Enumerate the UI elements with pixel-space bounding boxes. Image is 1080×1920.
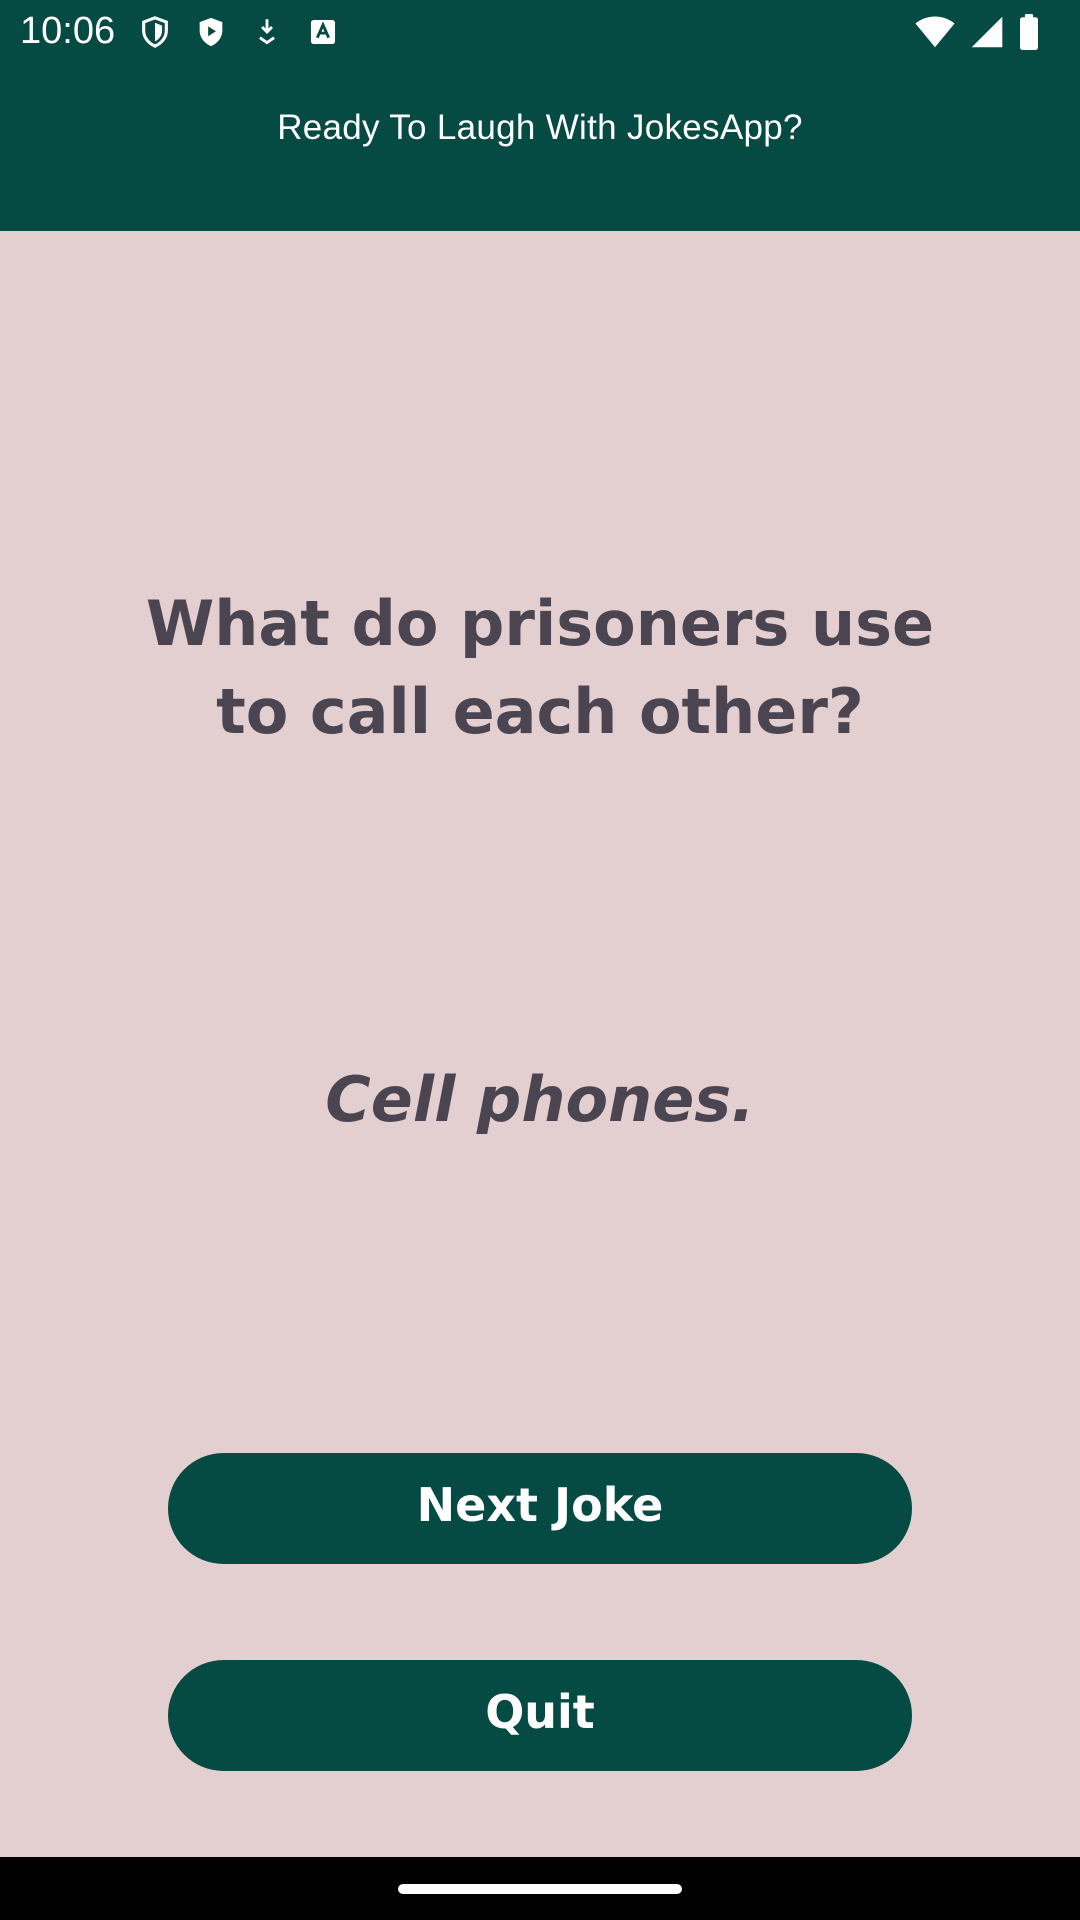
- status-notification-icons: [138, 12, 340, 52]
- status-system-icons: [914, 12, 1040, 52]
- home-gesture-handle[interactable]: [398, 1884, 682, 1894]
- app-bar: Ready To Laugh With JokesApp?: [0, 63, 1080, 231]
- joke-answer: Cell phones.: [325, 1063, 755, 1136]
- wifi-icon: [915, 16, 955, 48]
- status-time: 10:06: [20, 10, 116, 52]
- status-bar: 10:06: [0, 0, 1080, 63]
- battery-icon: [1020, 14, 1038, 50]
- shield-icon: [142, 16, 168, 48]
- next-joke-button[interactable]: Next Joke: [168, 1453, 912, 1564]
- play-protect-icon: [199, 17, 223, 47]
- font-a-icon: [310, 19, 336, 45]
- navigation-bar: [0, 1857, 1080, 1920]
- download-icon: [259, 19, 275, 45]
- quit-button[interactable]: Quit: [168, 1660, 912, 1771]
- app-title: Ready To Laugh With JokesApp?: [277, 108, 803, 147]
- joke-question: What do prisoners use to call each other…: [145, 587, 935, 748]
- cell-signal-icon: [971, 16, 1003, 48]
